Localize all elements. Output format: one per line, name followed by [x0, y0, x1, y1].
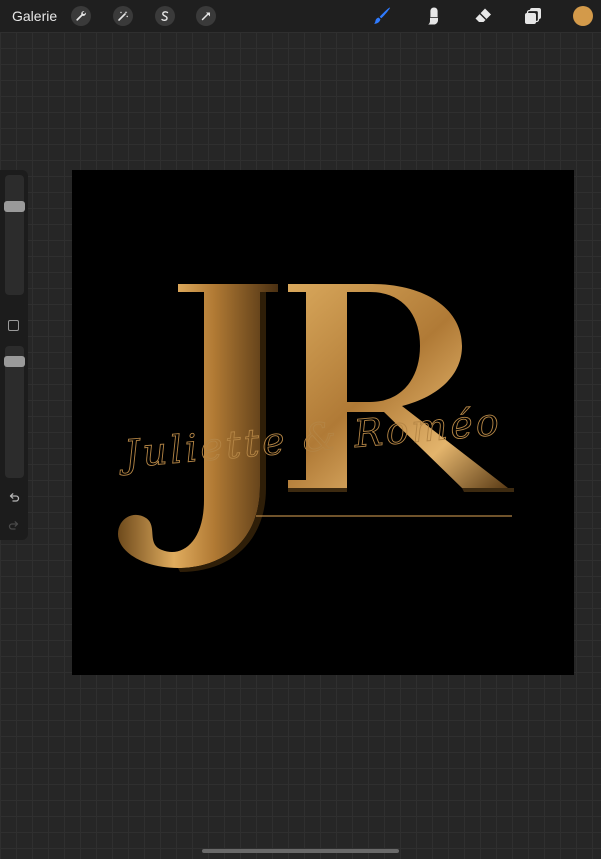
gallery-button[interactable]: Galerie: [12, 7, 57, 25]
magic-wand-icon[interactable]: [113, 6, 133, 26]
opacity-slider[interactable]: [4, 346, 25, 478]
home-indicator[interactable]: [202, 849, 399, 853]
wrench-icon[interactable]: [71, 6, 91, 26]
smudge-icon[interactable]: [421, 4, 445, 28]
side-controls: [0, 170, 28, 540]
artwork: Juliette & Roméo: [115, 284, 514, 572]
top-toolbar: Galerie: [0, 0, 601, 32]
layers-icon[interactable]: [521, 4, 545, 28]
color-picker-swatch[interactable]: [573, 6, 593, 26]
modify-button[interactable]: [8, 320, 19, 331]
brush-size-thumb[interactable]: [4, 201, 25, 212]
redo-icon[interactable]: [6, 518, 22, 534]
opacity-thumb[interactable]: [4, 356, 25, 367]
monogram-letter-r: [288, 284, 514, 492]
eraser-icon[interactable]: [471, 4, 495, 28]
brush-size-slider[interactable]: [4, 175, 25, 295]
brush-icon[interactable]: [370, 4, 394, 28]
transform-icon[interactable]: [196, 6, 216, 26]
drawing-canvas[interactable]: Juliette & Roméo: [72, 170, 574, 675]
selection-icon[interactable]: [155, 6, 175, 26]
undo-icon[interactable]: [6, 490, 22, 506]
